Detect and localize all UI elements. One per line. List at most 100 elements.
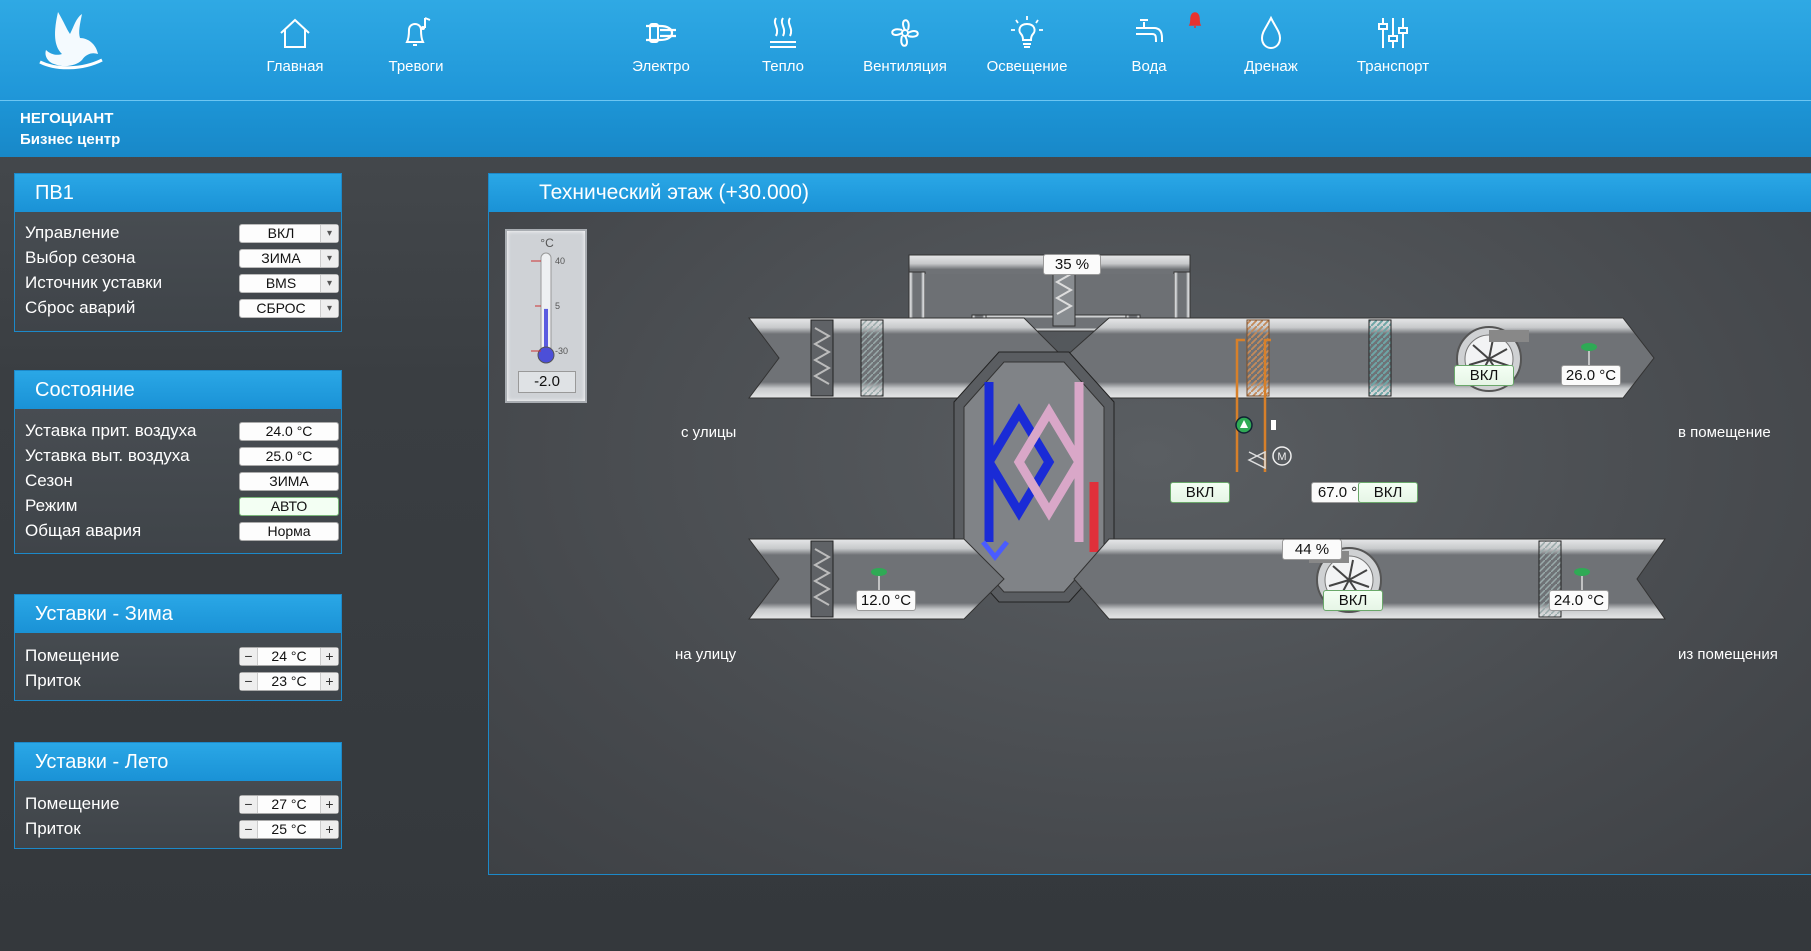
control-select[interactable]: ВКЛ ▾ [239,224,339,243]
chevron-down-icon[interactable]: ▾ [320,250,338,267]
select-value: ВКЛ [267,225,295,241]
alarm-bell-icon[interactable] [1187,12,1203,30]
reset-select[interactable]: СБРОС ▾ [239,299,339,318]
stepper-value[interactable]: 25 °C [258,821,320,838]
panel-state: Состояние Уставка прит. воздуха 24.0 °C … [14,370,342,554]
thermometer-level [544,308,548,353]
heater-state[interactable]: ВКЛ [1358,482,1418,503]
decrement-button[interactable]: − [240,648,258,665]
supply-duct [1063,317,1655,399]
increment-button[interactable]: + [320,673,338,690]
pv1-row-reset: Сброс аварий СБРОС ▾ [25,297,341,319]
nav-transport[interactable]: Транспорт [1338,14,1448,84]
valve-motor-label: M [1277,451,1286,463]
pv1-row-season: Выбор сезона ЗИМА ▾ [25,247,341,269]
state-row: Уставка выт. воздуха 25.0 °C [25,445,341,467]
fan-icon [891,19,919,47]
return-temp-sensor [1574,568,1590,576]
chevron-down-icon[interactable]: ▾ [320,300,338,317]
supply-temp-sensor [1581,343,1597,351]
summer-supply-stepper[interactable]: − 25 °C + [239,820,339,839]
supply-filter [860,319,884,397]
row-label: Приток [25,671,81,690]
duct-schematic: M [748,254,1666,620]
pv1-row-setpoint-source: Источник уставки BMS ▾ [25,272,341,294]
logo-icon [39,12,103,70]
increment-button[interactable]: + [320,821,338,838]
thermometer-unit: °C [540,236,554,250]
state-row: Режим АВТО [25,495,341,517]
winter-row-supply: Приток − 23 °C + [25,670,341,692]
chevron-down-icon[interactable]: ▾ [320,275,338,292]
supply-temp-value: 26.0 °C [1561,365,1621,386]
stepper-value[interactable]: 27 °C [258,796,320,813]
nav-ventilation[interactable]: Вентиляция [850,14,960,84]
row-label: Источник уставки [25,273,163,292]
outdoor-thermometer: °C 40 5 -30 -2.0 [505,229,587,403]
nav-ventilation-label: Вентиляция [863,58,947,75]
decrement-button[interactable]: − [240,821,258,838]
winter-supply-stepper[interactable]: − 23 °C + [239,672,339,691]
control-valve[interactable] [1247,450,1266,470]
panel-summer-title: Уставки - Лето [15,743,341,781]
diagram-title: Технический этаж (+30.000) [539,181,809,204]
valve-position[interactable]: 44 % [1282,539,1342,560]
sliders-icon [1378,18,1408,48]
water-temp-sensor [1271,420,1276,430]
decrement-button[interactable]: − [240,673,258,690]
faucet-icon [1136,19,1163,43]
supply-setpoint-value: 24.0 °C [239,422,339,441]
heat-icon [770,17,796,48]
panel-pv1-title: ПВ1 [15,174,341,212]
bypass-damper-position[interactable]: 35 % [1043,254,1101,275]
nav-lighting-label: Освещение [986,58,1068,75]
row-label: Выбор сезона [25,248,136,267]
nav-drainage[interactable]: Дренаж [1216,14,1326,84]
plug-icon [646,23,676,43]
nav-electro[interactable]: Электро [606,14,716,84]
supply-fan-state[interactable]: ВКЛ [1454,365,1514,386]
mode-value: АВТО [239,497,339,516]
organization: НЕГОЦИАНТ Бизнес центр [20,108,120,150]
winter-row-room: Помещение − 24 °C + [25,645,341,667]
exhaust-fan-state[interactable]: ВКЛ [1323,590,1383,611]
nav-heat[interactable]: Тепло [728,14,838,84]
panel-summer-setpoints: Уставки - Лето Помещение − 27 °C + Прито… [14,742,342,849]
organization-subtitle: Бизнес центр [20,131,121,148]
label-to-room: в помещение [1678,424,1771,441]
supply-cooler [1368,319,1392,397]
state-row: Уставка прит. воздуха 24.0 °C [25,420,341,442]
decrement-button[interactable]: − [240,796,258,813]
exhaust-temp-value: 12.0 °C [856,590,916,611]
stepper-value[interactable]: 24 °C [258,648,320,665]
lightbulb-icon [1011,16,1043,48]
nav-lighting[interactable]: Освещение [972,14,1082,84]
tick-label: 40 [555,256,565,266]
setpoint-source-select[interactable]: BMS ▾ [239,274,339,293]
exhaust-setpoint-value: 25.0 °C [239,447,339,466]
increment-button[interactable]: + [320,796,338,813]
season-select[interactable]: ЗИМА ▾ [239,249,339,268]
chevron-down-icon[interactable]: ▾ [320,225,338,242]
nav-home-label: Главная [266,58,324,75]
summer-row-room: Помещение − 27 °C + [25,793,341,815]
nav-home[interactable]: Главная [240,14,350,84]
increment-button[interactable]: + [320,648,338,665]
row-label: Уставка прит. воздуха [25,421,197,440]
winter-room-stepper[interactable]: − 24 °C + [239,647,339,666]
summer-row-supply: Приток − 25 °C + [25,818,341,840]
bell-icon [405,17,431,46]
row-label: Режим [25,496,78,515]
label-to-outside: на улицу [675,646,737,663]
outdoor-temp-value: -2.0 [518,371,576,393]
stepper-value[interactable]: 23 °C [258,673,320,690]
drop-icon [1260,15,1282,50]
season-value: ЗИМА [239,472,339,491]
nav-water-label: Вода [1131,58,1167,75]
scada-app: Главная Тревоги Электро Тепло Вентиляция… [0,0,1811,951]
thermometer-bulb [537,346,555,364]
pump-state[interactable]: ВКЛ [1170,482,1230,503]
nav-alarms[interactable]: Тревоги [361,14,471,84]
summer-room-stepper[interactable]: − 27 °C + [239,795,339,814]
select-value: СБРОС [256,300,306,316]
